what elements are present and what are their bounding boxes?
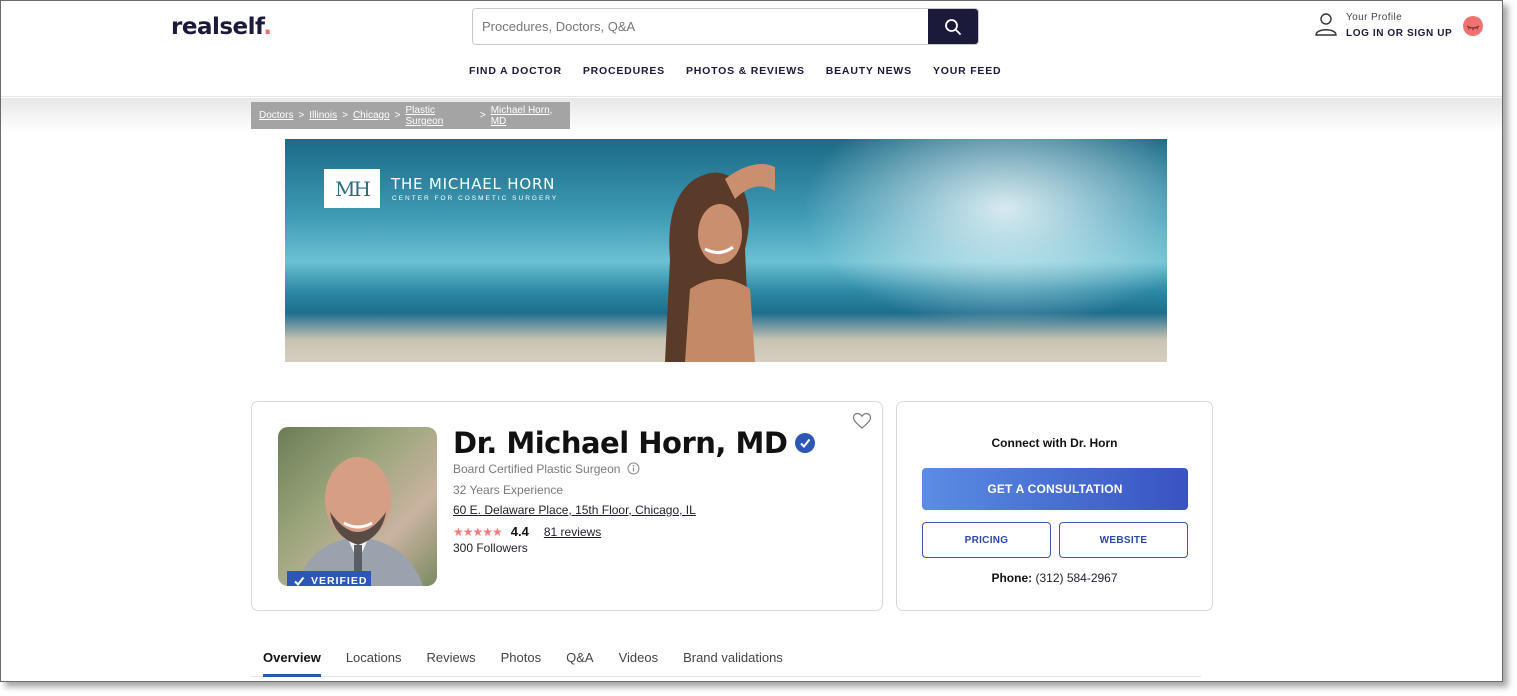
- verified-badge: VERIFIED: [287, 571, 371, 586]
- doctor-name: Dr. Michael Horn, MD: [453, 426, 816, 460]
- search-input[interactable]: [473, 9, 928, 44]
- rating-value: 4.4: [510, 524, 529, 539]
- nav-your-feed[interactable]: YOUR FEED: [933, 65, 1001, 77]
- pricing-button[interactable]: PRICING: [922, 522, 1051, 558]
- practice-subtitle: CENTER FOR COSMETIC SURGERY: [392, 195, 559, 202]
- info-icon[interactable]: [627, 462, 640, 475]
- breadcrumb-separator: >: [342, 110, 348, 121]
- browser-viewport: realself. FIND A DOCTOR PROCEDURES PHOTO…: [0, 0, 1503, 682]
- doctor-profile-card: VERIFIED Dr. Michael Horn, MD Board Cert…: [251, 401, 883, 611]
- nav-find-a-doctor[interactable]: FIND A DOCTOR: [469, 65, 562, 77]
- reviews-link[interactable]: 81 reviews: [544, 525, 601, 539]
- website-button[interactable]: WEBSITE: [1059, 522, 1188, 558]
- profile-menu[interactable]: Your Profile LOG IN OR SIGN UP: [1314, 11, 1452, 39]
- breadcrumb-separator: >: [298, 110, 305, 121]
- banner-model-image: [665, 164, 775, 362]
- doctor-experience: 32 Years Experience: [453, 483, 564, 497]
- tab-locations[interactable]: Locations: [346, 650, 402, 677]
- phone-value[interactable]: (312) 584-2967: [1035, 571, 1117, 585]
- tab-brand-validations[interactable]: Brand validations: [683, 650, 783, 677]
- header-shadow-band: [1, 98, 1502, 132]
- tab-videos[interactable]: Videos: [619, 650, 659, 677]
- practice-title: THE MICHAEL HORN: [391, 175, 556, 193]
- nav-beauty-news[interactable]: BEAUTY NEWS: [826, 65, 912, 77]
- breadcrumb-separator: >: [394, 110, 401, 121]
- user-icon: [1315, 13, 1337, 36]
- phone-number: Phone: (312) 584-2967: [991, 571, 1118, 585]
- doctor-portrait: [298, 457, 423, 586]
- star-rating-icon: ★★★★★: [453, 524, 503, 539]
- breadcrumb-illinois[interactable]: Illinois: [309, 110, 337, 121]
- eyelash-icon: [1466, 25, 1480, 31]
- doctor-specialty: Board Certified Plastic Surgeon: [453, 462, 640, 476]
- connect-card: Connect with Dr. Horn GET A CONSULTATION…: [896, 401, 1213, 611]
- tab-overview[interactable]: Overview: [263, 650, 321, 677]
- realself-logo[interactable]: realself.: [171, 14, 272, 40]
- site-header: realself. FIND A DOCTOR PROCEDURES PHOTO…: [1, 1, 1502, 97]
- followers-count: 300 Followers: [453, 541, 528, 555]
- practice-logo-mark: MH: [324, 169, 380, 208]
- breadcrumb: Doctors > Illinois > Chicago > Plastic S…: [251, 102, 570, 129]
- doctor-photo: VERIFIED: [278, 427, 437, 586]
- nav-photos-reviews[interactable]: PHOTOS & REVIEWS: [686, 65, 805, 77]
- avatar[interactable]: [1463, 16, 1483, 36]
- connect-title: Connect with Dr. Horn: [991, 436, 1118, 450]
- practice-banner: MH THE MICHAEL HORN CENTER FOR COSMETIC …: [285, 139, 1167, 362]
- profile-tabs: Overview Locations Reviews Photos Q&A Vi…: [263, 650, 783, 677]
- search-button[interactable]: [928, 9, 978, 44]
- breadcrumb-chicago[interactable]: Chicago: [353, 110, 390, 121]
- breadcrumb-doctors[interactable]: Doctors: [259, 110, 293, 121]
- profile-label: Your Profile: [1346, 12, 1403, 23]
- check-icon: [294, 576, 305, 586]
- search-icon: [945, 18, 961, 35]
- banner-sun-glow: [785, 139, 1167, 339]
- breadcrumb-separator: >: [479, 110, 486, 121]
- breadcrumb-plastic-surgeon[interactable]: Plastic Surgeon: [405, 105, 474, 127]
- get-consultation-button[interactable]: GET A CONSULTATION: [922, 468, 1188, 510]
- search-bar: [472, 8, 979, 45]
- login-signup-link[interactable]: LOG IN OR SIGN UP: [1346, 28, 1452, 39]
- main-nav: FIND A DOCTOR PROCEDURES PHOTOS & REVIEW…: [469, 65, 1001, 77]
- tab-photos[interactable]: Photos: [501, 650, 541, 677]
- doctor-rating: ★★★★★ 4.4 81 reviews: [453, 524, 601, 539]
- verified-check-icon: [795, 433, 816, 453]
- heart-icon[interactable]: [852, 412, 872, 430]
- nav-procedures[interactable]: PROCEDURES: [583, 65, 665, 77]
- doctor-address-link[interactable]: 60 E. Delaware Place, 15th Floor, Chicag…: [453, 503, 696, 517]
- breadcrumb-michael-horn[interactable]: Michael Horn, MD: [491, 105, 570, 127]
- tab-qa[interactable]: Q&A: [566, 650, 593, 677]
- tab-reviews[interactable]: Reviews: [426, 650, 475, 677]
